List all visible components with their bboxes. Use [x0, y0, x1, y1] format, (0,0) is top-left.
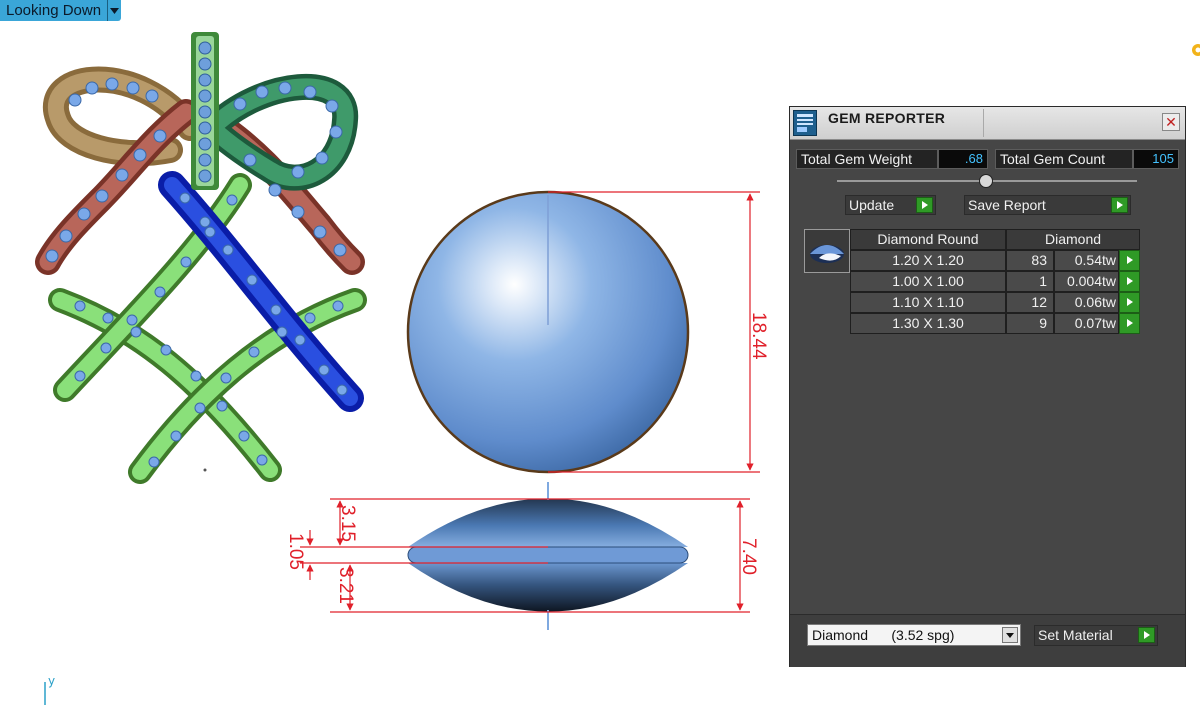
pendant-model[interactable] — [35, 32, 367, 484]
axis-indicator: y — [40, 674, 60, 705]
dim-depth-label: 7.40 — [738, 538, 759, 575]
gem-side-view[interactable] — [407, 482, 689, 630]
chevron-down-icon[interactable] — [1002, 627, 1018, 643]
row-count: 9 — [1006, 313, 1054, 334]
save-report-button-label: Save Report — [968, 197, 1046, 213]
play-arrow-icon — [1138, 627, 1155, 643]
row-count: 1 — [1006, 271, 1054, 292]
row-size: 1.20 X 1.20 — [850, 250, 1006, 271]
gem-reporter-app-icon — [793, 110, 817, 136]
dim-bottom-label: 3.21 — [335, 567, 356, 604]
play-arrow-icon[interactable] — [1119, 271, 1140, 292]
panel-titlebar[interactable]: GEM REPORTER ✕ — [790, 107, 1185, 140]
row-size: 1.00 X 1.00 — [850, 271, 1006, 292]
y-axis-label: y — [48, 674, 56, 688]
save-report-button[interactable]: Save Report — [964, 195, 1131, 215]
material-dropdown[interactable]: Diamond (3.52 spg) — [807, 624, 1021, 646]
diamond-icon[interactable] — [804, 229, 850, 273]
play-arrow-icon[interactable] — [1119, 292, 1140, 313]
update-button[interactable]: Update — [845, 195, 936, 215]
play-arrow-icon — [1111, 197, 1128, 213]
close-icon[interactable]: ✕ — [1162, 113, 1180, 131]
table-header-shape: Diamond Round — [850, 229, 1006, 250]
gem-reporter-panel: GEM REPORTER ✕ Total Gem Weight .68 Tota… — [789, 106, 1186, 667]
panel-title: GEM REPORTER — [828, 110, 946, 126]
total-gem-weight-value: .68 — [938, 149, 988, 169]
row-weight: 0.07tw — [1054, 313, 1119, 334]
slider-handle[interactable] — [979, 174, 993, 188]
play-arrow-icon[interactable] — [1119, 313, 1140, 334]
total-gem-count-label: Total Gem Count — [995, 149, 1133, 169]
material-dropdown-value: Diamond (3.52 spg) — [812, 627, 955, 643]
row-size: 1.30 X 1.30 — [850, 313, 1006, 334]
row-weight: 0.004tw — [1054, 271, 1119, 292]
gumball-icon[interactable] — [1188, 42, 1200, 58]
row-size: 1.10 X 1.10 — [850, 292, 1006, 313]
titlebar-divider — [983, 109, 984, 137]
play-arrow-icon[interactable] — [1119, 250, 1140, 271]
play-arrow-icon — [916, 197, 933, 213]
update-button-label: Update — [849, 197, 895, 213]
gem-top-view[interactable] — [406, 190, 690, 474]
row-count: 12 — [1006, 292, 1054, 313]
set-material-button[interactable]: Set Material — [1034, 625, 1158, 646]
total-gem-weight-label: Total Gem Weight — [796, 149, 938, 169]
dim-height-label: 18.44 — [748, 312, 769, 360]
set-material-button-label: Set Material — [1038, 627, 1113, 643]
table-header-material: Diamond — [1006, 229, 1140, 250]
row-count: 83 — [1006, 250, 1054, 271]
dim-girdle-label: 1.05 — [285, 533, 306, 570]
row-weight: 0.54tw — [1054, 250, 1119, 271]
dim-top-label: 3.15 — [337, 505, 358, 542]
row-weight: 0.06tw — [1054, 292, 1119, 313]
total-gem-count-value: 105 — [1133, 149, 1179, 169]
